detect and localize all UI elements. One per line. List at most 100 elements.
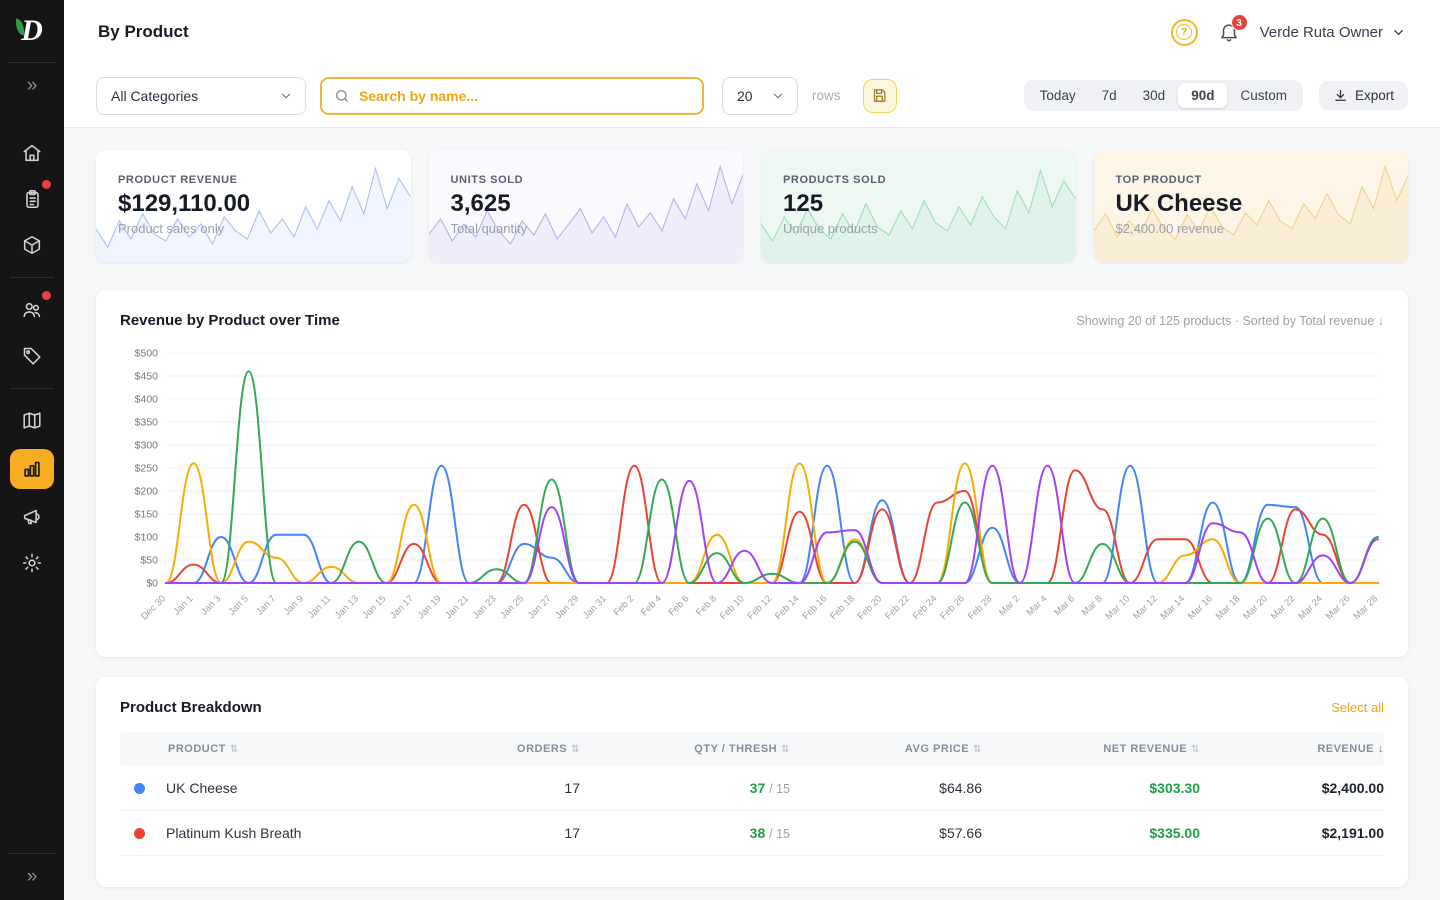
megaphone-icon [21,506,43,528]
sidebar-expand-button-bottom[interactable]: » [0,854,64,900]
svg-text:Jan 29: Jan 29 [553,593,581,621]
line-chart[interactable]: $0$50$100$150$200$250$300$350$400$450$50… [120,343,1384,643]
sort-icon: ⇅ [571,744,580,755]
sidebar-item-products[interactable] [10,227,54,263]
column-avg-price[interactable]: AVG PRICE ⇅ [790,743,982,755]
svg-text:$300: $300 [135,440,159,452]
export-button[interactable]: Export [1319,81,1408,110]
svg-text:Mar 8: Mar 8 [1080,593,1105,618]
svg-text:Jan 31: Jan 31 [581,593,609,621]
svg-text:Feb 12: Feb 12 [745,593,774,622]
sidebar-item-tags[interactable] [10,338,54,374]
rows-select[interactable]: 20 [722,77,798,115]
clipboard-icon [21,188,43,210]
svg-text:$100: $100 [135,532,159,544]
range-30d[interactable]: 30d [1130,83,1179,108]
svg-text:Feb 2: Feb 2 [611,593,636,618]
svg-text:Jan 3: Jan 3 [199,593,223,617]
svg-text:Jan 21: Jan 21 [443,593,471,621]
home-icon [21,142,43,164]
svg-text:$500: $500 [135,348,159,360]
svg-text:Jan 9: Jan 9 [282,593,306,617]
stat-card-top-product[interactable]: TOP PRODUCT UK Cheese $2,400.00 revenue [1094,150,1409,262]
double-chevron-right-icon: » [27,75,38,97]
avg-price-value: $57.66 [790,825,982,841]
help-button[interactable]: ? [1171,19,1198,46]
stat-value: 125 [783,190,1076,218]
stat-cards-row: PRODUCT REVENUE $129,110.00 Product sale… [64,128,1440,270]
column-net-revenue[interactable]: NET REVENUE ⇅ [982,743,1200,755]
stat-card-product-revenue[interactable]: PRODUCT REVENUE $129,110.00 Product sale… [96,150,411,262]
sidebar-item-settings[interactable] [10,545,54,581]
sidebar-expand-button[interactable]: » [0,63,64,109]
customers-alert-dot [42,291,51,300]
sort-icon: ⇅ [230,744,239,755]
logo-letter: D [21,16,43,46]
select-all-link[interactable]: Select all [1331,700,1384,715]
revenue-value: $2,400.00 [1200,780,1384,796]
svg-text:Mar 6: Mar 6 [1052,593,1077,618]
table-row[interactable]: Platinum Kush Breath 17 38 / 15 $57.66 $… [120,811,1384,856]
sidebar-footer: » [0,853,64,900]
sort-icon: ⇅ [973,744,982,755]
svg-text:Feb 6: Feb 6 [667,593,692,618]
svg-text:Feb 24: Feb 24 [911,593,940,622]
stat-label: TOP PRODUCT [1116,174,1409,186]
notification-badge: 3 [1231,14,1248,31]
search-input[interactable] [359,88,690,104]
stat-card-products-sold[interactable]: PRODUCTS SOLD 125 Unique products [761,150,1076,262]
range-today[interactable]: Today [1027,83,1089,108]
range-custom[interactable]: Custom [1227,83,1300,108]
range-7d[interactable]: 7d [1089,83,1130,108]
series-color-dot [134,783,145,794]
svg-text:Jan 17: Jan 17 [388,593,416,621]
svg-text:Jan 25: Jan 25 [498,593,526,621]
stat-caption: Total quantity [451,221,744,236]
notifications-button[interactable]: 3 [1218,21,1240,43]
orders-value: 17 [416,780,580,796]
user-menu[interactable]: Verde Ruta Owner [1260,24,1406,41]
map-icon [21,410,43,432]
range-90d[interactable]: 90d [1178,83,1227,108]
sidebar-item-orders[interactable] [10,181,54,217]
svg-text:Feb 22: Feb 22 [883,593,912,622]
cube-icon [21,234,43,256]
svg-text:$50: $50 [140,555,158,567]
top-bars: By Product ? 3 Verde Ruta Owner All Cate… [64,0,1440,128]
product-name: Platinum Kush Breath [166,825,301,841]
chart-title: Revenue by Product over Time [120,312,340,329]
qty-thresh-value: 38 / 15 [580,825,790,841]
stat-caption: $2,400.00 revenue [1116,221,1409,236]
orders-value: 17 [416,825,580,841]
sidebar-item-map[interactable] [10,403,54,439]
revenue-value: $2,191.00 [1200,825,1384,841]
sidebar-item-marketing[interactable] [10,499,54,535]
stat-label: PRODUCTS SOLD [783,174,1076,186]
svg-text:$400: $400 [135,394,159,406]
svg-text:Feb 28: Feb 28 [966,593,995,622]
app-logo[interactable]: D [0,0,64,62]
column-product[interactable]: PRODUCT ⇅ [120,743,416,755]
svg-text:Jan 19: Jan 19 [416,593,444,621]
stat-card-units-sold[interactable]: UNITS SOLD 3,625 Total quantity [429,150,744,262]
save-view-button[interactable] [863,79,897,113]
sidebar-item-customers[interactable] [10,292,54,328]
sidebar-item-home[interactable] [10,135,54,171]
date-range-group: Today 7d 30d 90d Custom [1024,80,1303,111]
category-select[interactable]: All Categories [96,77,306,115]
svg-text:Jan 23: Jan 23 [471,593,499,621]
main-content: PRODUCT REVENUE $129,110.00 Product sale… [64,128,1440,887]
table-row[interactable]: UK Cheese 17 37 / 15 $64.86 $303.30 $2,4… [120,766,1384,811]
svg-text:$200: $200 [135,486,159,498]
svg-text:Jan 13: Jan 13 [333,593,361,621]
sidebar-item-analytics[interactable] [10,449,54,489]
svg-text:Mar 22: Mar 22 [1269,593,1298,622]
column-orders[interactable]: ORDERS ⇅ [416,743,580,755]
download-icon [1333,88,1348,103]
svg-text:Mar 14: Mar 14 [1159,593,1188,622]
bar-chart-icon [21,458,43,480]
orders-alert-dot [42,180,51,189]
svg-text:Feb 18: Feb 18 [828,593,857,622]
column-revenue[interactable]: REVENUE ↓ [1200,743,1384,755]
column-qty-thresh[interactable]: QTY / THRESH ⇅ [580,743,790,755]
